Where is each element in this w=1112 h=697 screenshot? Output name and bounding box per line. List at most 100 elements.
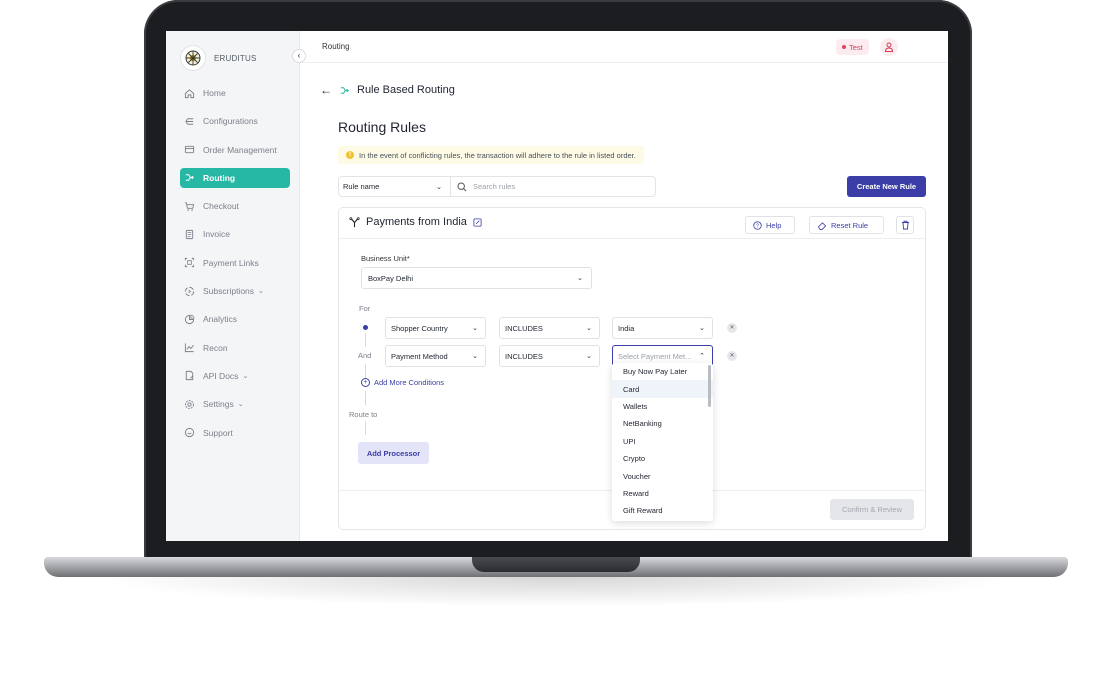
eraser-icon	[817, 221, 827, 230]
sidebar-item-settings[interactable]: Settings ⌄	[180, 394, 290, 414]
sidebar-item-subscriptions[interactable]: Subscriptions ⌄	[180, 281, 290, 301]
back-arrow-icon[interactable]: ←	[320, 83, 332, 97]
env-badge[interactable]: Test	[836, 39, 869, 55]
add-processor-button[interactable]: Add Processor	[358, 442, 429, 464]
create-new-rule-button[interactable]: Create New Rule	[847, 176, 926, 197]
add-more-conditions-label: Add More Conditions	[374, 378, 445, 387]
chevron-down-icon: ⌄	[472, 353, 478, 360]
dropdown-option[interactable]: NetBanking	[612, 415, 713, 432]
delete-rule-button[interactable]	[896, 216, 914, 234]
sidebar-item-label: Recon	[203, 342, 228, 353]
search-bar: Rule name ⌄	[338, 176, 656, 197]
sidebar-item-configurations[interactable]: Configurations	[180, 111, 290, 131]
chevron-down-icon: ⌄	[586, 353, 592, 360]
brand: ERUDITUS	[180, 45, 257, 71]
chevron-down-icon: ⌄	[472, 325, 478, 332]
payment-links-icon	[184, 258, 195, 268]
sidebar-item-label: Support	[203, 427, 233, 438]
status-dot-icon	[842, 45, 846, 49]
reset-rule-button[interactable]: Reset Rule	[809, 216, 884, 234]
topbar-title: Routing	[322, 42, 350, 51]
timeline-line	[365, 364, 366, 378]
support-icon	[184, 427, 195, 438]
invoice-icon	[185, 229, 194, 240]
sidebar-collapse-button[interactable]: ‹	[292, 49, 306, 63]
sidebar-item-label: Payment Links	[203, 257, 259, 268]
confirm-review-button[interactable]: Confirm & Review	[830, 499, 914, 520]
sidebar-item-label: Checkout	[203, 201, 239, 212]
timeline-dot	[363, 325, 368, 330]
info-banner: ! In the event of conflicting rules, the…	[338, 146, 644, 164]
sidebar-item-api-docs[interactable]: API Docs ⌄	[180, 366, 290, 386]
remove-condition-button[interactable]: ✕	[727, 351, 737, 361]
dropdown-option[interactable]: Gift Reward	[612, 502, 713, 519]
search-input[interactable]	[473, 182, 643, 191]
brand-name: ERUDITUS	[214, 53, 257, 63]
plus-circle-icon: +	[361, 378, 370, 387]
api-docs-icon	[185, 371, 194, 381]
condition-field-value: Payment Method	[391, 351, 448, 361]
dropdown-option[interactable]: Card	[612, 380, 713, 398]
sidebar-item-recon[interactable]: Recon	[180, 338, 290, 358]
analytics-icon	[184, 314, 195, 324]
page-header-title: Rule Based Routing	[357, 84, 455, 96]
home-icon	[184, 88, 195, 98]
timeline-line	[365, 391, 366, 405]
dropdown-option[interactable]: Wallets	[612, 398, 713, 415]
chevron-down-icon: ⌄	[258, 288, 264, 296]
dropdown-option[interactable]: Crypto	[612, 450, 713, 467]
condition-operator-select[interactable]: INCLUDES ⌄	[499, 317, 600, 339]
help-button[interactable]: ? Help	[745, 216, 795, 234]
condition-value: India	[618, 323, 635, 333]
sidebar-item-checkout[interactable]: Checkout	[180, 196, 290, 216]
page-title: Routing Rules	[338, 119, 426, 135]
sidebar-item-routing[interactable]: Routing	[180, 167, 290, 188]
warning-icon: !	[346, 151, 354, 159]
user-icon	[884, 42, 894, 52]
sidebar-item-analytics[interactable]: Analytics	[180, 309, 290, 329]
edit-icon[interactable]	[473, 217, 482, 227]
routing-icon	[185, 174, 194, 182]
help-button-label: Help	[766, 220, 782, 230]
laptop-screen: ERUDITUS Home Configurations Order Manag…	[166, 31, 948, 541]
dropdown-option[interactable]: Buy Now Pay Later	[612, 363, 713, 380]
user-menu-button[interactable]	[880, 38, 898, 56]
condition-operator-value: INCLUDES	[505, 323, 543, 333]
business-unit-value: BoxPay Delhi	[368, 273, 414, 283]
dropdown-option[interactable]: Reward	[612, 485, 713, 502]
brand-logo-icon	[180, 45, 206, 71]
sidebar-item-label: Subscriptions	[203, 286, 255, 297]
routing-icon	[340, 86, 349, 94]
sidebar-item-label: Settings	[203, 399, 234, 410]
dropdown-option[interactable]: Voucher	[612, 467, 713, 484]
dropdown-scrollbar[interactable]	[708, 365, 711, 407]
condition-field-select[interactable]: Payment Method ⌄	[385, 345, 486, 367]
topbar: Routing Test	[300, 31, 948, 63]
merge-icon	[349, 216, 360, 227]
laptop-shadow	[90, 577, 1022, 607]
sidebar-item-invoice[interactable]: Invoice	[180, 224, 290, 244]
back-header: ← Rule Based Routing	[320, 83, 455, 97]
recon-icon	[184, 343, 194, 353]
sidebar-item-label: Invoice	[203, 229, 230, 240]
filter-select[interactable]: Rule name ⌄	[339, 177, 451, 196]
sidebar-item-label: Order Management	[203, 144, 277, 155]
rule-card-header: Payments from India ? Help Reset Rule	[339, 208, 925, 239]
condition-value-select[interactable]: India ⌄	[612, 317, 713, 339]
condition-field-select[interactable]: Shopper Country ⌄	[385, 317, 486, 339]
and-label: And	[358, 351, 372, 360]
trash-icon	[901, 220, 909, 230]
sidebar-nav: Home Configurations Order Management Rou…	[180, 83, 290, 451]
sidebar-item-payment-links[interactable]: Payment Links	[180, 253, 290, 273]
cart-icon	[184, 202, 195, 211]
condition-operator-select[interactable]: INCLUDES ⌄	[499, 345, 600, 367]
sidebar-item-support[interactable]: Support	[180, 423, 290, 443]
dropdown-option[interactable]: UPI	[612, 433, 713, 450]
sidebar-item-order-management[interactable]: Order Management	[180, 140, 290, 160]
chevron-down-icon: ⌄	[242, 372, 249, 380]
remove-condition-button[interactable]: ✕	[727, 323, 737, 333]
add-more-conditions-button[interactable]: + Add More Conditions	[361, 378, 444, 387]
chevron-up-icon: ⌃	[699, 353, 705, 360]
sidebar-item-home[interactable]: Home	[180, 83, 290, 103]
business-unit-select[interactable]: BoxPay Delhi ⌄	[361, 267, 592, 289]
